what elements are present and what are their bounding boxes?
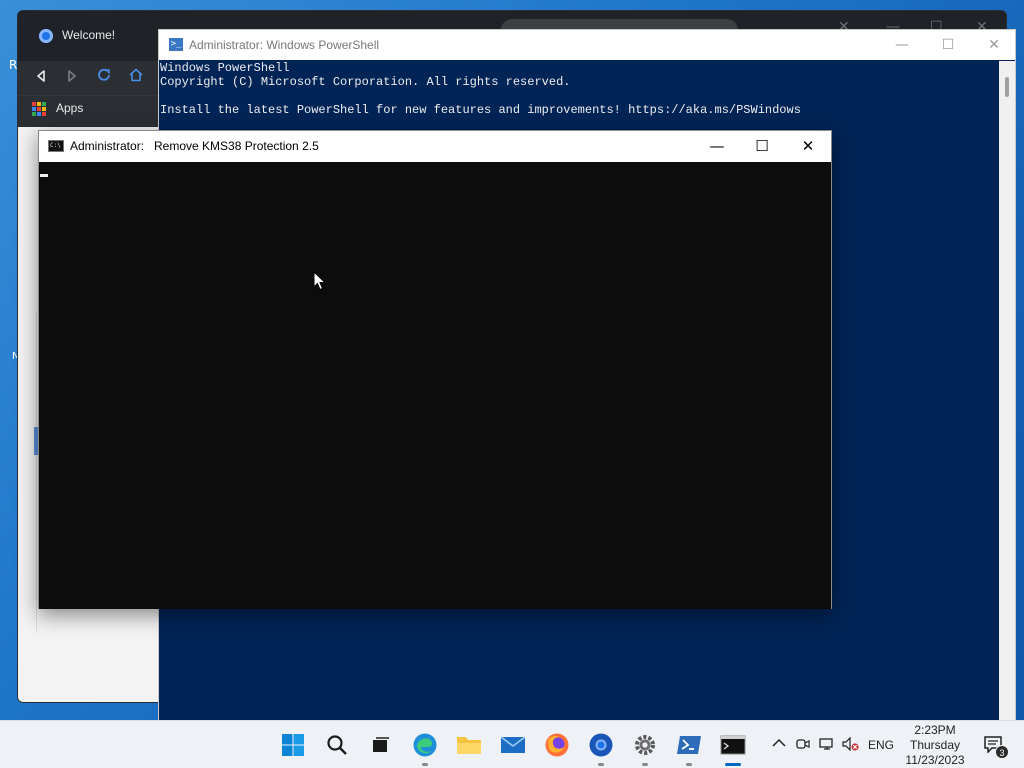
console-line: Copyright (C) Microsoft Corporation. All… — [160, 75, 571, 89]
powershell-scrollbar[interactable] — [999, 61, 1015, 722]
powershell-icon — [677, 736, 701, 754]
powershell-maximize-icon[interactable]: ☐ — [933, 34, 963, 56]
cmd-minimize-icon[interactable]: — — [694, 131, 740, 162]
mouse-pointer-icon — [313, 271, 327, 291]
edge-icon — [413, 733, 437, 757]
browser-button[interactable] — [586, 730, 616, 766]
windows-logo-icon — [282, 734, 304, 756]
powershell-icon: >_ — [169, 38, 183, 51]
browser-toolbar — [18, 61, 160, 95]
mail-icon — [500, 736, 526, 753]
clock-time: 2:23PM — [914, 723, 956, 737]
taskbar: ENG 2:23PM Thursday 11/23/2023 3 — [0, 720, 1024, 768]
powershell-titlebar[interactable]: >_ Administrator: Windows PowerShell — ☐… — [159, 30, 1015, 60]
search-button[interactable] — [322, 730, 352, 760]
edge-button[interactable] — [410, 730, 440, 766]
firefox-button[interactable] — [542, 730, 572, 760]
mail-button[interactable] — [498, 730, 528, 760]
apps-bookmark-label[interactable]: Apps — [56, 101, 83, 115]
cmd-title-name: Remove KMS38 Protection 2.5 — [154, 139, 319, 153]
home-icon[interactable] — [125, 67, 147, 89]
powershell-close-icon[interactable]: ✕ — [979, 34, 1009, 56]
settings-button[interactable] — [630, 730, 660, 766]
start-button[interactable] — [278, 730, 308, 760]
cmd-button[interactable] — [718, 730, 748, 766]
network-icon[interactable] — [819, 737, 835, 755]
powershell-minimize-icon[interactable]: — — [887, 34, 917, 56]
console-line: Install the latest PowerShell for new fe… — [160, 103, 801, 117]
search-icon — [327, 735, 347, 755]
task-view-button[interactable] — [365, 730, 395, 760]
cmd-console[interactable] — [39, 162, 831, 609]
powershell-title: Administrator: Windows PowerShell — [189, 38, 380, 52]
console-line: Windows PowerShell — [160, 61, 290, 75]
apps-grid-icon[interactable] — [32, 102, 46, 116]
folder-icon — [457, 737, 481, 754]
powershell-running-indicator — [686, 763, 692, 766]
notification-count-badge: 3 — [995, 745, 1009, 759]
cmd-titlebar[interactable]: C:\ Administrator: Remove KMS38 Protecti… — [39, 131, 831, 162]
cmd-maximize-icon[interactable]: ☐ — [739, 131, 785, 162]
task-view-icon — [373, 737, 389, 752]
reload-icon[interactable] — [93, 67, 115, 89]
clock-day: Thursday — [909, 738, 961, 752]
cmd-title-prefix: Administrator: — [70, 139, 145, 153]
volume-muted-icon[interactable] — [842, 736, 860, 755]
powershell-button[interactable] — [674, 730, 704, 766]
gear-icon — [635, 735, 655, 755]
text-cursor — [40, 174, 48, 177]
tray-overflow-chevron-icon[interactable] — [772, 737, 786, 752]
cmd-active-indicator — [725, 763, 741, 766]
browser-icon — [589, 733, 613, 757]
content-divider — [36, 312, 37, 632]
cmd-icon — [720, 735, 746, 755]
browser-tab-title[interactable]: Welcome! — [62, 28, 115, 42]
meet-now-icon[interactable] — [796, 737, 810, 755]
browser-tab-favicon-icon — [39, 29, 53, 43]
edge-running-indicator — [422, 763, 428, 766]
language-indicator[interactable]: ENG — [868, 738, 894, 752]
cmd-icon: C:\ — [48, 140, 64, 152]
clock-date: 11/23/2023 — [905, 753, 965, 767]
scrollbar-thumb[interactable] — [1005, 77, 1009, 97]
settings-running-indicator — [642, 763, 648, 766]
firefox-icon — [545, 733, 569, 757]
cmd-close-icon[interactable]: ✕ — [785, 131, 831, 162]
clock[interactable]: 2:23PM Thursday 11/23/2023 — [902, 723, 968, 768]
back-arrow-icon[interactable] — [30, 67, 52, 89]
forward-arrow-icon[interactable] — [61, 67, 83, 89]
browser-running-indicator — [598, 763, 604, 766]
cmd-window: C:\ Administrator: Remove KMS38 Protecti… — [38, 130, 832, 609]
file-explorer-button[interactable] — [454, 730, 484, 760]
